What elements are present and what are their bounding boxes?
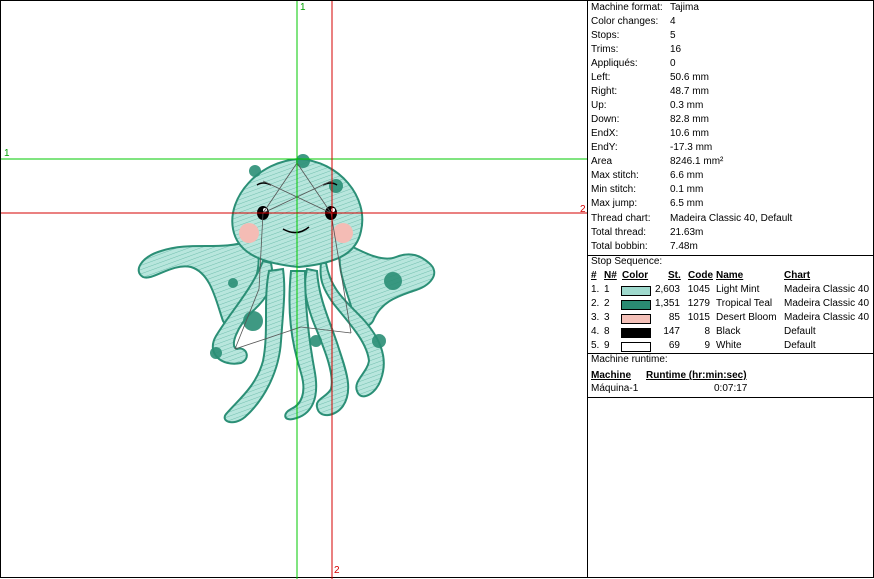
runtime-value: 0:07:17 [714,383,748,394]
row-num: 5. [591,340,600,351]
row-chart: Madeira Classic 40 [784,284,870,295]
color-swatch [621,342,651,352]
row-name: Tropical Teal [716,298,773,309]
row-name: Light Mint [716,284,760,295]
design-info-panel: Machine format: Tajima Color changes: 4 St… [587,0,874,578]
row-num: 2. [591,298,600,309]
header-chart: Chart [784,270,811,281]
row-needle: 3 [604,312,610,323]
header-color: Color [622,270,649,281]
header-num: # [591,270,597,281]
row-code: 1045 [687,284,710,295]
row-stitches: 69 [668,340,680,351]
row-chart: Madeira Classic 40 [784,298,870,309]
row-stitches: 85 [668,312,680,323]
row-stitches: 1,351 [654,298,680,309]
guide-label-h-green: 1 [4,148,10,159]
header-st: St. [668,270,681,281]
runtime-title: Machine runtime: [591,354,668,365]
design-canvas[interactable]: 1 1 2 2 [0,0,589,579]
row-needle: 1 [604,284,610,295]
row-chart: Default [784,326,816,337]
row-name: Desert Bloom [716,312,777,323]
header-n: N# [604,270,617,281]
row-needle: 9 [604,340,610,351]
header-code: Code [688,270,713,281]
octopus-design [1,1,589,579]
runtime-header-machine: Machine [591,370,632,381]
row-chart: Madeira Classic 40 [784,312,870,323]
row-code: 1015 [687,312,710,323]
color-swatch [621,328,651,338]
row-needle: 2 [604,298,610,309]
runtime-header-runtime: Runtime (hr:min:sec) [646,370,747,381]
stop-sequence-title: Stop Sequence: [591,256,663,267]
row-code: 8 [704,326,710,337]
row-needle: 8 [604,326,610,337]
row-stitches: 147 [663,326,680,337]
divider [588,397,873,398]
runtime-machine: Máquina-1 [591,383,639,394]
row-chart: Default [784,340,816,351]
row-num: 3. [591,312,600,323]
row-num: 1. [591,284,600,295]
guide-label-h-red: 2 [580,204,586,215]
row-num: 4. [591,326,600,337]
row-name: Black [716,326,741,337]
guide-label-v-red: 2 [334,565,340,576]
header-name: Name [716,270,744,281]
row-code: 1279 [687,298,710,309]
guide-label-v-green: 1 [300,2,306,13]
row-name: White [716,340,742,351]
row-stitches: 2,603 [654,284,680,295]
color-swatch [621,314,651,324]
color-swatch [621,286,651,296]
row-code: 9 [704,340,710,351]
color-swatch [621,300,651,310]
